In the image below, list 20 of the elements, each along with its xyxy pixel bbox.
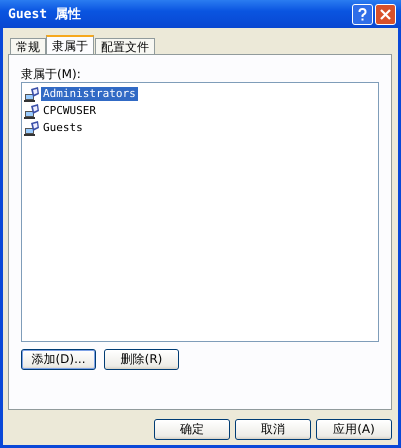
tab[interactable]: 配置文件 xyxy=(95,38,155,54)
member-label: 隶属于(M): xyxy=(21,66,82,82)
group-icon xyxy=(24,120,40,136)
member-item[interactable]: Administrators xyxy=(24,85,376,102)
group-icon xyxy=(24,86,40,102)
tab[interactable]: 隶属于 xyxy=(46,35,94,54)
dialog-button[interactable]: 确定 xyxy=(154,419,230,440)
member-item[interactable]: CPCWUSER xyxy=(24,102,376,119)
close-icon xyxy=(379,8,392,20)
window-title: Guest 属性 xyxy=(8,6,81,23)
help-icon xyxy=(356,8,369,20)
dialog-button[interactable]: 删除(R) xyxy=(104,349,179,370)
dialog-button[interactable]: 取消 xyxy=(235,419,311,440)
member-item[interactable]: Guests xyxy=(24,119,376,136)
close-button[interactable] xyxy=(375,4,396,24)
group-icon xyxy=(24,102,40,118)
dialog-button[interactable]: 添加(D)... xyxy=(21,349,96,370)
tab[interactable]: 常规 xyxy=(10,38,46,54)
dialog-button[interactable]: 应用(A) xyxy=(316,419,392,440)
help-button[interactable] xyxy=(352,4,373,24)
